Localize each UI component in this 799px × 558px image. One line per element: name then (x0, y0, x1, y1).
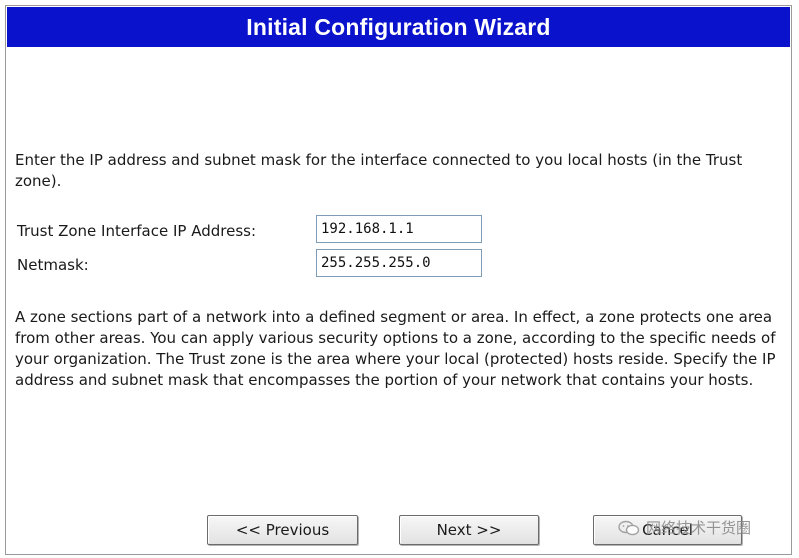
trust-ip-label: Trust Zone Interface IP Address: (17, 222, 257, 240)
next-button[interactable]: Next >> (399, 515, 539, 545)
wizard-window: Initial Configuration Wizard Enter the I… (5, 5, 792, 555)
cancel-button[interactable]: Cancel (593, 515, 742, 545)
netmask-input[interactable] (316, 249, 482, 277)
wizard-title: Initial Configuration Wizard (246, 13, 551, 40)
intro-text: Enter the IP address and subnet mask for… (15, 151, 743, 190)
netmask-label: Netmask: (17, 256, 89, 274)
previous-button[interactable]: << Previous (207, 515, 358, 545)
help-text: A zone sections part of a network into a… (15, 308, 776, 389)
trust-ip-input[interactable] (316, 215, 482, 243)
wizard-title-bar: Initial Configuration Wizard (7, 7, 790, 47)
